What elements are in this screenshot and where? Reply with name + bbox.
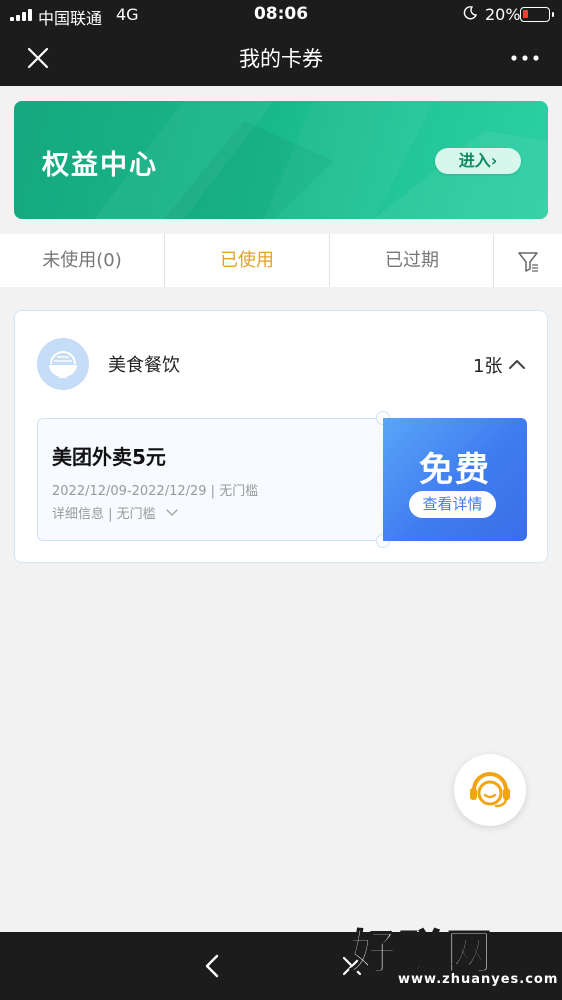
banner-title: 权益中心 [42, 150, 158, 181]
page-title: 我的卡券 [239, 47, 323, 71]
nav-bar: 我的卡券 [0, 30, 562, 86]
coupon-name: 美团外卖5元 [52, 445, 166, 469]
coupon-detail-toggle[interactable]: 详细信息 | 无门槛 [52, 503, 156, 522]
view-details-button[interactable]: 查看详情 [409, 491, 496, 518]
coupon-date-range: 2022/12/09-2022/12/29 | 无门槛 [52, 484, 259, 499]
filter-icon[interactable] [494, 234, 562, 287]
tab-expired[interactable]: 已过期 [330, 234, 494, 287]
category-name: 美食餐饮 [108, 355, 180, 376]
back-arrow-icon[interactable] [200, 952, 224, 980]
benefits-banner[interactable]: 权益中心 进入› [14, 101, 548, 219]
customer-service-button[interactable] [454, 754, 526, 826]
status-bar: 中国联通 4G 08:06 20% [0, 0, 562, 30]
coupon-tabs: 未使用(0) 已使用 已过期 [0, 234, 562, 287]
coupon-group-card: 美食餐饮 1张 美团外卖5元 2022/12/09-2022/12/29 | 无… [14, 310, 548, 563]
coupon-info: 美团外卖5元 2022/12/09-2022/12/29 | 无门槛 详细信息 … [37, 418, 383, 541]
tab-used[interactable]: 已使用 [165, 234, 329, 287]
coupon-price: 免费 [419, 450, 491, 490]
customer-service-icon [470, 772, 510, 808]
coupon-item[interactable]: 美团外卖5元 2022/12/09-2022/12/29 | 无门槛 详细信息 … [37, 411, 527, 548]
watermark-url: www.zhuanyes.com [398, 972, 559, 987]
more-icon[interactable] [508, 46, 542, 70]
enter-button[interactable]: 进入› [435, 148, 521, 174]
bottom-toolbar: 好赚网 www.zhuanyes.com [0, 924, 562, 1000]
chevron-up-icon[interactable] [507, 356, 527, 372]
watermark: 好赚网 www.zhuanyes.com [349, 916, 557, 994]
chevron-down-icon[interactable] [165, 507, 179, 517]
moon-icon [463, 6, 477, 20]
coupon-count: 1张 [473, 356, 503, 377]
coupon-action-panel[interactable]: 免费 查看详情 [383, 418, 527, 541]
battery-percent: 20% [485, 5, 521, 24]
tab-unused[interactable]: 未使用(0) [0, 234, 164, 287]
status-time: 08:06 [253, 4, 309, 24]
bowl-icon [37, 338, 89, 390]
battery-icon [520, 7, 554, 22]
